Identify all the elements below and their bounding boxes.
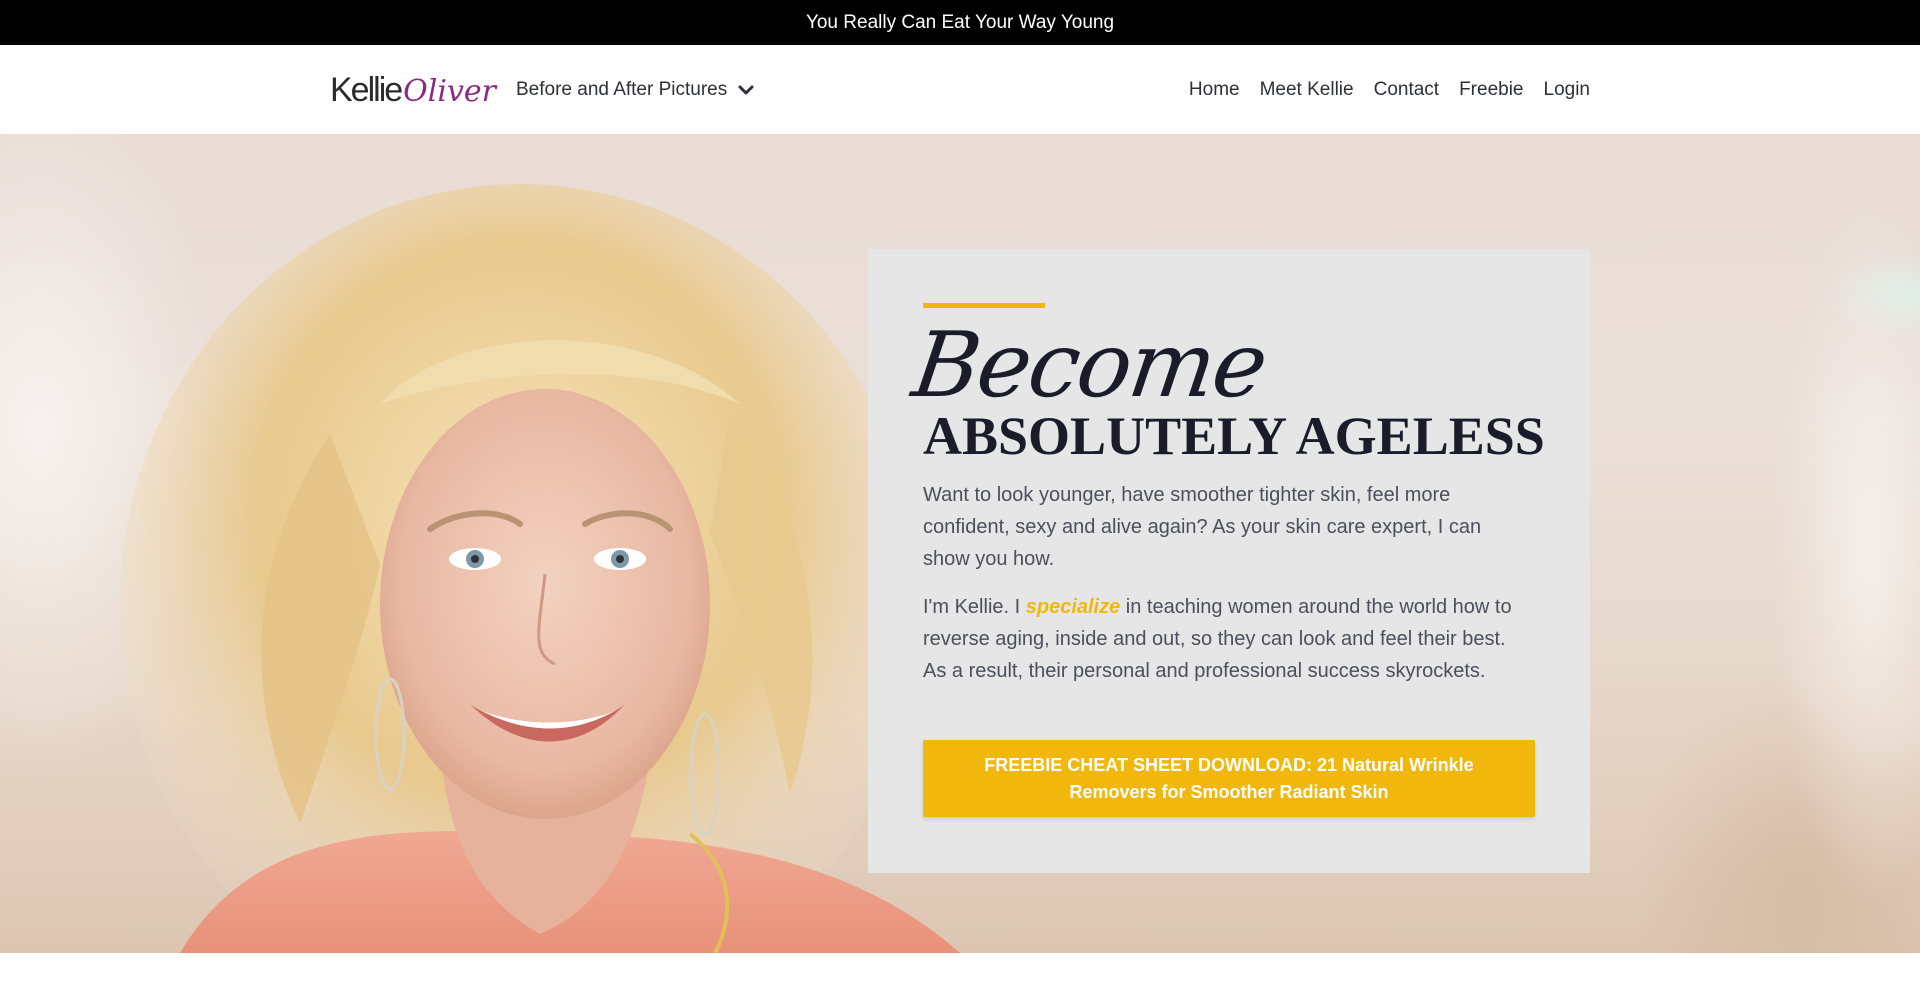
header-inner: Kellie Oliver Before and After Pictures … <box>330 45 1590 134</box>
logo-last-name: Oliver <box>403 73 496 109</box>
bio-emphasis: specialize <box>1025 596 1121 618</box>
header-left: Kellie Oliver Before and After Pictures <box>330 65 755 115</box>
announcement-bar: You Really Can Eat Your Way Young <box>0 0 1920 45</box>
dropdown-label: Before and After Pictures <box>516 78 728 100</box>
bio-paragraph: I'm Kellie. I specialize in teaching wom… <box>923 591 1523 687</box>
site-header: Kellie Oliver Before and After Pictures … <box>0 45 1920 134</box>
accent-divider <box>923 303 1045 308</box>
bio-text-start: I'm Kellie. I <box>923 596 1026 618</box>
script-title: Become <box>906 313 1273 418</box>
before-after-dropdown[interactable]: Before and After Pictures <box>516 79 755 101</box>
hero-section: Become ABSOLUTELY AGELESS Want to look y… <box>0 134 1920 953</box>
kellie-portrait-image <box>0 134 960 953</box>
chevron-down-icon <box>737 81 755 99</box>
nav-login[interactable]: Login <box>1544 79 1591 101</box>
nav-meet-kellie[interactable]: Meet Kellie <box>1260 79 1354 101</box>
freebie-download-button[interactable]: FREEBIE CHEAT SHEET DOWNLOAD: 21 Natural… <box>923 740 1535 817</box>
main-nav: Home Meet Kellie Contact Freebie Login <box>1169 79 1590 101</box>
nav-home[interactable]: Home <box>1189 79 1240 101</box>
nav-freebie[interactable]: Freebie <box>1459 79 1523 101</box>
hero-headline: ABSOLUTELY AGELESS <box>923 406 1545 466</box>
nav-contact[interactable]: Contact <box>1374 79 1439 101</box>
logo-first-name: Kellie <box>330 70 403 109</box>
intro-paragraph: Want to look younger, have smoother tigh… <box>923 484 1482 570</box>
announcement-text: You Really Can Eat Your Way Young <box>805 11 1115 33</box>
site-logo[interactable]: Kellie Oliver <box>330 65 496 115</box>
intro-card: Become ABSOLUTELY AGELESS Want to look y… <box>868 249 1590 873</box>
